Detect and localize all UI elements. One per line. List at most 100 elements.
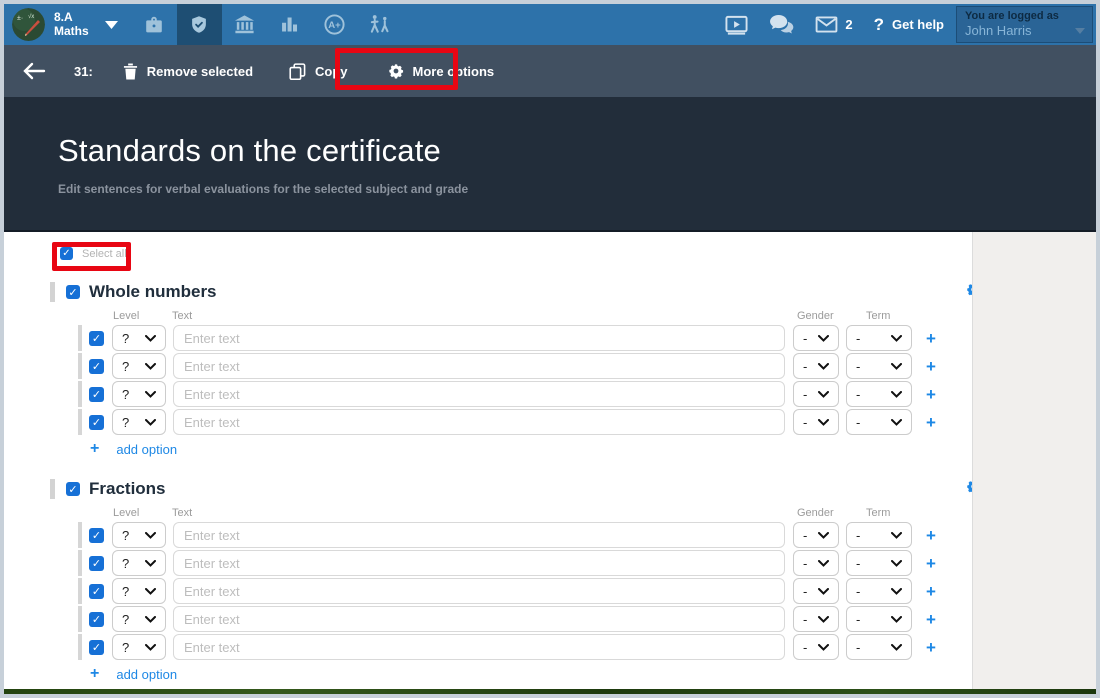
level-select[interactable]: ? xyxy=(112,325,166,351)
term-select[interactable]: - xyxy=(846,606,912,632)
selection-count: 31: xyxy=(74,64,93,79)
gender-select[interactable]: - xyxy=(793,550,839,576)
trash-icon xyxy=(123,63,138,80)
level-select[interactable]: ? xyxy=(112,522,166,548)
chat-icon[interactable] xyxy=(769,14,794,35)
level-select[interactable]: ? xyxy=(112,550,166,576)
add-row-plus-button[interactable]: + xyxy=(926,583,936,600)
logged-as-label: You are logged as xyxy=(965,10,1084,22)
briefcase-icon[interactable] xyxy=(132,4,177,45)
select-all-checkbox[interactable]: ✓ xyxy=(60,247,73,260)
section-checkbox[interactable]: ✓ xyxy=(66,285,80,299)
bar-chart-icon[interactable] xyxy=(267,4,312,45)
remove-selected-button[interactable]: Remove selected xyxy=(123,63,253,80)
gender-select[interactable]: - xyxy=(793,606,839,632)
class-label: 8.A xyxy=(54,11,89,25)
term-select[interactable]: - xyxy=(846,353,912,379)
add-row-plus-button[interactable]: + xyxy=(926,555,936,572)
add-option-link[interactable]: + add option xyxy=(90,441,972,457)
page-title: Standards on the certificate xyxy=(58,133,1096,169)
row-checkbox[interactable]: ✓ xyxy=(89,415,104,430)
gender-select[interactable]: - xyxy=(793,325,839,351)
gender-select[interactable]: - xyxy=(793,381,839,407)
gender-select[interactable]: - xyxy=(793,578,839,604)
content-area: ✓ Select all ✓ Whole numbers Level Text … xyxy=(4,232,1096,694)
term-select[interactable]: - xyxy=(846,578,912,604)
term-select[interactable]: - xyxy=(846,522,912,548)
row-checkbox[interactable]: ✓ xyxy=(89,359,104,374)
standard-row: ✓ ? - - + xyxy=(78,578,972,604)
select-all-label: Select all xyxy=(82,248,127,260)
term-select[interactable]: - xyxy=(846,409,912,435)
gender-column-label: Gender xyxy=(797,310,834,322)
term-select[interactable]: - xyxy=(846,634,912,660)
standard-row: ✓ ? - - + xyxy=(78,634,972,660)
user-name: John Harris xyxy=(965,23,1084,38)
text-input[interactable] xyxy=(173,522,785,548)
add-option-link[interactable]: + add option xyxy=(90,666,972,682)
level-select[interactable]: ? xyxy=(112,381,166,407)
term-select[interactable]: - xyxy=(846,381,912,407)
row-checkbox[interactable]: ✓ xyxy=(89,584,104,599)
topbar-utilities: 2 ? Get help xyxy=(725,14,944,35)
drag-handle-bar xyxy=(78,550,82,576)
row-checkbox[interactable]: ✓ xyxy=(89,528,104,543)
add-row-plus-button[interactable]: + xyxy=(926,527,936,544)
gender-select[interactable]: - xyxy=(793,353,839,379)
add-row-plus-button[interactable]: + xyxy=(926,611,936,628)
text-input[interactable] xyxy=(173,634,785,660)
gender-select[interactable]: - xyxy=(793,634,839,660)
get-help-button[interactable]: ? Get help xyxy=(874,15,944,35)
row-checkbox[interactable]: ✓ xyxy=(89,640,104,655)
mail-menu[interactable]: 2 xyxy=(815,16,852,33)
term-column-label: Term xyxy=(866,507,890,519)
question-mark-icon: ? xyxy=(874,15,884,35)
shield-check-icon[interactable] xyxy=(177,4,222,45)
standard-section: ✓ Fractions Level Text Gender Term ✓ ? - xyxy=(4,479,972,682)
chevron-down-icon xyxy=(105,21,118,29)
level-select[interactable]: ? xyxy=(112,353,166,379)
level-select[interactable]: ? xyxy=(112,578,166,604)
more-options-button[interactable]: More options xyxy=(388,63,495,79)
drag-handle-bar xyxy=(78,381,82,407)
class-avatar: ±· √x xyxy=(12,8,45,41)
row-checkbox[interactable]: ✓ xyxy=(89,387,104,402)
standard-section: ✓ Whole numbers Level Text Gender Term ✓… xyxy=(4,282,972,457)
standard-row: ✓ ? - - + xyxy=(78,409,972,435)
text-input[interactable] xyxy=(173,606,785,632)
term-select[interactable]: - xyxy=(846,550,912,576)
cast-icon[interactable] xyxy=(725,15,748,35)
gender-select[interactable]: - xyxy=(793,409,839,435)
text-input[interactable] xyxy=(173,578,785,604)
add-row-plus-button[interactable]: + xyxy=(926,386,936,403)
text-input[interactable] xyxy=(173,353,785,379)
class-switcher[interactable]: ±· √x 8.A Maths xyxy=(12,8,118,41)
level-select[interactable]: ? xyxy=(112,409,166,435)
copy-icon xyxy=(289,63,306,80)
add-row-plus-button[interactable]: + xyxy=(926,639,936,656)
copy-button[interactable]: Copy xyxy=(289,63,348,80)
row-checkbox[interactable]: ✓ xyxy=(89,612,104,627)
text-input[interactable] xyxy=(173,550,785,576)
level-select[interactable]: ? xyxy=(112,606,166,632)
row-checkbox[interactable]: ✓ xyxy=(89,331,104,346)
column-labels: Level Text Gender Term xyxy=(4,507,972,522)
section-checkbox[interactable]: ✓ xyxy=(66,482,80,496)
a-plus-icon[interactable]: A+ xyxy=(312,4,357,45)
add-row-plus-button[interactable]: + xyxy=(926,414,936,431)
add-row-plus-button[interactable]: + xyxy=(926,330,936,347)
back-button[interactable] xyxy=(22,62,46,80)
gender-select[interactable]: - xyxy=(793,522,839,548)
standard-row: ✓ ? - - + xyxy=(78,353,972,379)
text-input[interactable] xyxy=(173,381,785,407)
add-row-plus-button[interactable]: + xyxy=(926,358,936,375)
text-input[interactable] xyxy=(173,325,785,351)
institution-icon[interactable] xyxy=(222,4,267,45)
level-select[interactable]: ? xyxy=(112,634,166,660)
students-icon[interactable] xyxy=(357,4,402,45)
user-menu[interactable]: You are logged as John Harris xyxy=(956,6,1093,43)
row-checkbox[interactable]: ✓ xyxy=(89,556,104,571)
term-select[interactable]: - xyxy=(846,325,912,351)
text-input[interactable] xyxy=(173,409,785,435)
class-name-label: 8.A Maths xyxy=(54,11,89,39)
